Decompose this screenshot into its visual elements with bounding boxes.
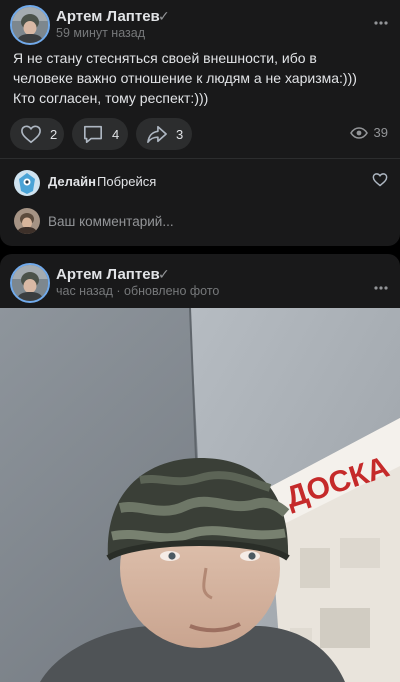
verified-icon: ✓	[158, 266, 170, 282]
views-icon	[349, 126, 368, 139]
post-card-1: Артем Лаптев ✓ 59 минут назад Я не стану…	[0, 0, 400, 246]
comment-input[interactable]: Ваш комментарий...	[48, 214, 174, 229]
verified-icon: ✓	[158, 8, 170, 24]
share-count: 3	[176, 126, 184, 142]
post-time: 59 минут назад	[56, 26, 145, 40]
post-photo[interactable]: ДОСКА	[0, 308, 400, 682]
author-avatar[interactable]	[10, 5, 50, 45]
divider	[0, 158, 400, 159]
more-icon[interactable]	[374, 279, 388, 290]
like-button[interactable]: 2	[10, 118, 64, 150]
views-count: 39	[373, 125, 388, 140]
post-text-line: человеке важно отношение к людям а не ха…	[13, 70, 357, 86]
post-card-2: Артем Лаптев ✓ час назад · обновлено фот…	[0, 254, 400, 682]
commenter-avatar[interactable]	[14, 170, 40, 196]
comment-count: 4	[112, 126, 120, 142]
author-name[interactable]: Артем Лаптев	[56, 8, 160, 25]
post-time: час назад · обновлено фото	[56, 284, 220, 298]
my-avatar	[14, 208, 40, 234]
share-icon	[147, 125, 167, 143]
post-text: Я не стану стесняться своей внешности, и…	[13, 48, 388, 108]
heart-icon[interactable]	[372, 172, 388, 192]
comment-text: Побрейся	[97, 174, 157, 189]
views-counter: 39	[349, 125, 388, 140]
comment-author[interactable]: Делайн	[48, 174, 96, 189]
like-count: 2	[50, 126, 58, 142]
post-text-line: Я не стану стесняться своей внешности, и…	[13, 50, 317, 66]
like-icon	[21, 125, 41, 144]
author-name[interactable]: Артем Лаптев	[56, 266, 160, 283]
comment-button[interactable]: 4	[72, 118, 128, 150]
share-button[interactable]: 3	[136, 118, 192, 150]
more-icon[interactable]	[374, 14, 388, 25]
post-text-line: Кто согласен, тому респект:)))	[13, 90, 209, 106]
author-avatar[interactable]	[10, 263, 50, 303]
comment-icon	[84, 125, 102, 143]
